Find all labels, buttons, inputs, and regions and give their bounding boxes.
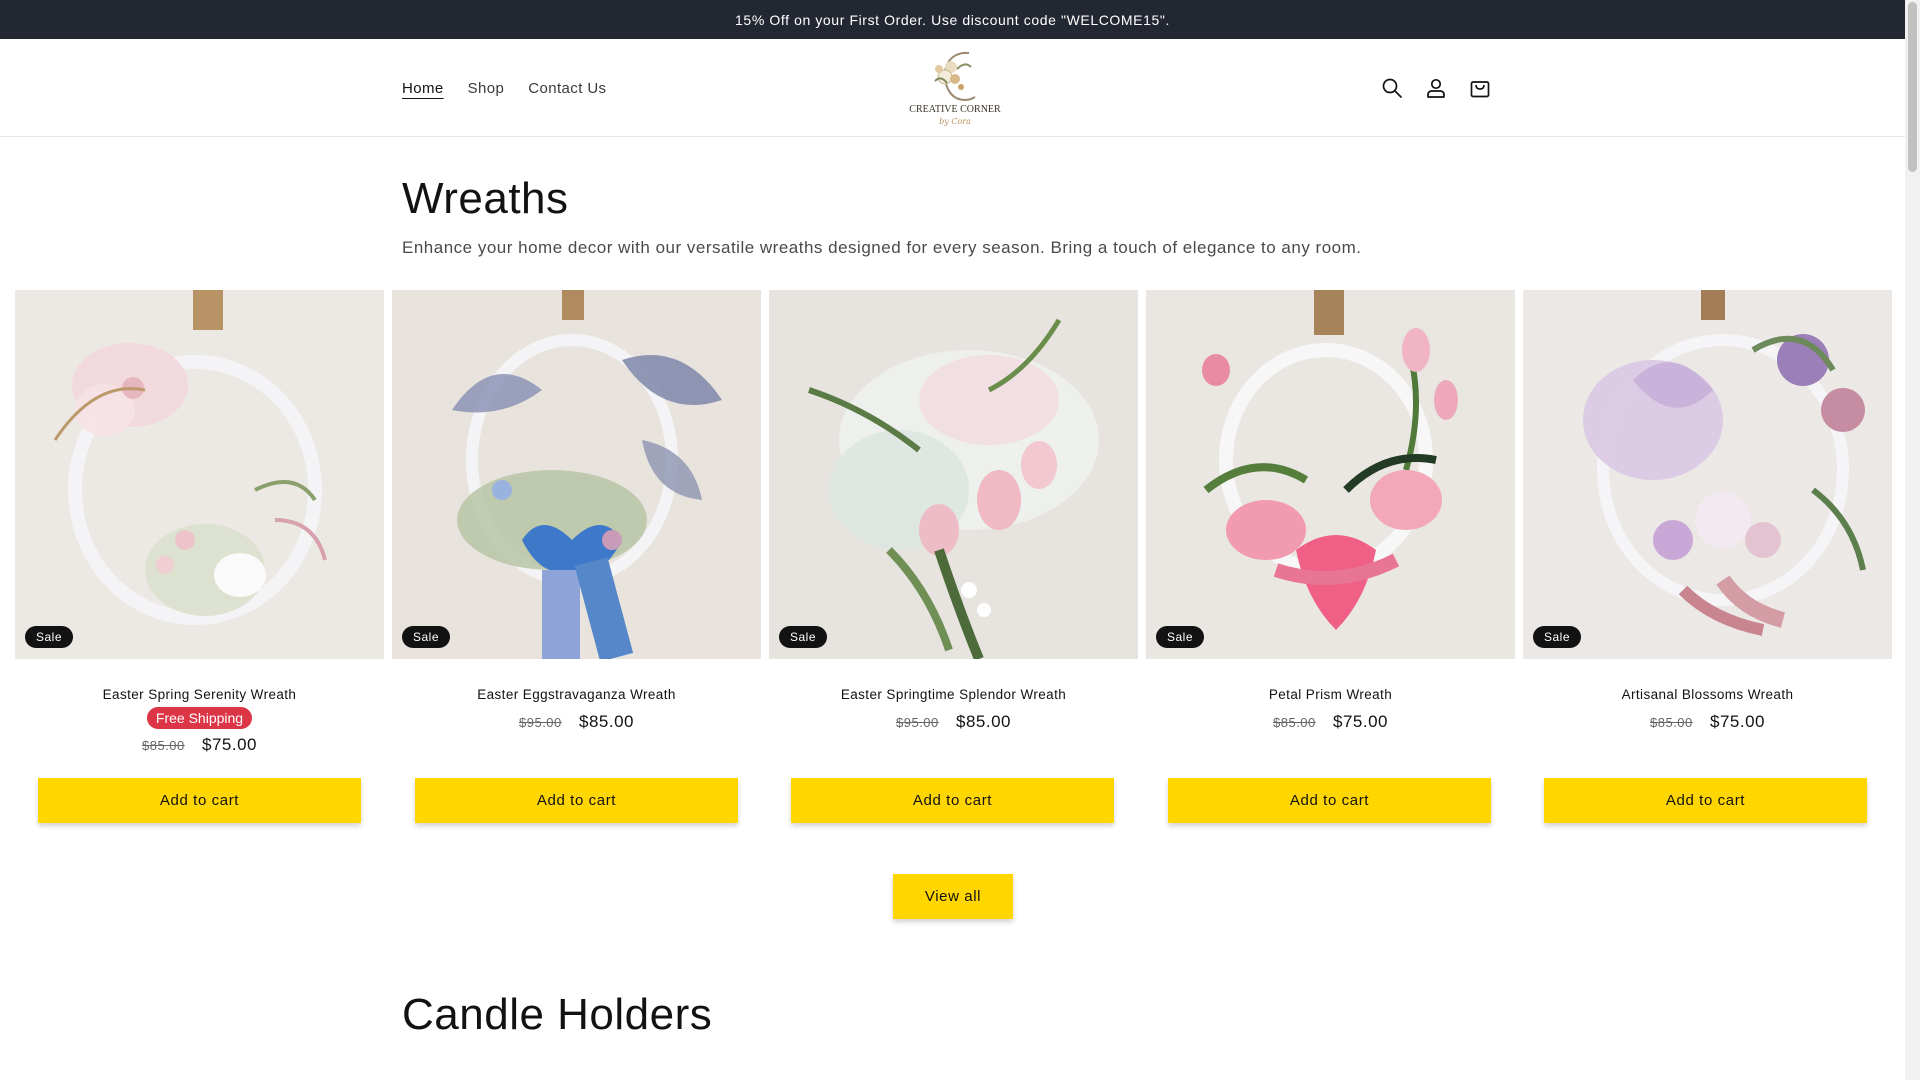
main-nav: Home Shop Contact Us <box>402 39 606 137</box>
product-card: Sale Easter Eggstravaganza Wreath $95.00… <box>392 290 761 755</box>
sale-badge: Sale <box>402 626 451 648</box>
store-logo[interactable]: CREATIVE CORNER by Cora <box>905 47 1005 131</box>
nav-home[interactable]: Home <box>402 80 444 97</box>
wreaths-description: Enhance your home decor with our versati… <box>402 238 1362 257</box>
product-price: $95.00 $85.00 <box>392 712 761 732</box>
product-card: Sale Easter Springtime Splendor Wreath $… <box>769 290 1138 755</box>
sale-badge: Sale <box>25 626 74 648</box>
product-title[interactable]: Easter Springtime Splendor Wreath <box>769 687 1138 703</box>
product-price: $85.00 $75.00 <box>1146 712 1515 732</box>
announcement-bar: 15% Off on your First Order. Use discoun… <box>0 0 1905 39</box>
wreaths-title: Wreaths <box>402 174 569 223</box>
account-icon[interactable] <box>1424 76 1448 100</box>
product-price: $85.00 $75.00 <box>15 735 384 755</box>
scrollbar-thumb[interactable] <box>1908 2 1917 172</box>
wreaths-product-grid: Sale Easter Spring Serenity Wreath Free … <box>15 290 1892 755</box>
logo-floral-emblem <box>934 51 976 101</box>
regular-price: $95.00 <box>519 715 562 730</box>
view-all-button[interactable]: View all <box>893 874 1013 919</box>
regular-price: $85.00 <box>1273 715 1316 730</box>
product-title[interactable]: Artisanal Blossoms Wreath <box>1523 687 1892 703</box>
search-icon[interactable] <box>1380 76 1404 100</box>
sale-badge: Sale <box>779 626 828 648</box>
cart-icon[interactable] <box>1468 76 1492 100</box>
announcement-text: 15% Off on your First Order. Use discoun… <box>735 11 1170 28</box>
sale-price: $75.00 <box>202 735 257 754</box>
page-scrollbar[interactable] <box>1905 0 1920 1080</box>
logo-script-text: by Cora <box>939 117 971 126</box>
product-image[interactable]: Sale <box>1146 290 1515 659</box>
product-image[interactable]: Sale <box>15 290 384 659</box>
product-price: $95.00 $85.00 <box>769 712 1138 732</box>
product-card: Sale Petal Prism Wreath $85.00 $75.00 <box>1146 290 1515 755</box>
regular-price: $85.00 <box>142 738 185 753</box>
product-price: $85.00 $75.00 <box>1523 712 1892 732</box>
site-header: Home Shop Contact Us CREATIVE CORNER by … <box>0 39 1905 137</box>
product-title[interactable]: Easter Spring Serenity Wreath <box>15 687 384 703</box>
add-to-cart-button[interactable]: Add to cart <box>415 778 738 823</box>
product-card: Sale Easter Spring Serenity Wreath Free … <box>15 290 384 755</box>
sale-badge: Sale <box>1533 626 1582 648</box>
logo-text: CREATIVE CORNER <box>909 104 1001 115</box>
sale-price: $85.00 <box>579 712 634 731</box>
product-image[interactable]: Sale <box>392 290 761 659</box>
product-image[interactable]: Sale <box>1523 290 1892 659</box>
sale-badge: Sale <box>1156 626 1205 648</box>
sale-price: $85.00 <box>956 712 1011 731</box>
sale-price: $75.00 <box>1333 712 1388 731</box>
regular-price: $95.00 <box>896 715 939 730</box>
add-to-cart-button[interactable]: Add to cart <box>1168 778 1491 823</box>
sale-price: $75.00 <box>1710 712 1765 731</box>
add-to-cart-button[interactable]: Add to cart <box>791 778 1114 823</box>
regular-price: $85.00 <box>1650 715 1693 730</box>
product-title[interactable]: Petal Prism Wreath <box>1146 687 1515 703</box>
product-title[interactable]: Easter Eggstravaganza Wreath <box>392 687 761 703</box>
header-icons <box>1380 39 1492 137</box>
nav-shop[interactable]: Shop <box>468 80 505 97</box>
product-image[interactable]: Sale <box>769 290 1138 659</box>
free-shipping-badge: Free Shipping <box>146 707 253 729</box>
add-to-cart-button[interactable]: Add to cart <box>1544 778 1867 823</box>
product-card: Sale Artisanal Blossoms Wreath $85.00 $7… <box>1523 290 1892 755</box>
candle-holders-title: Candle Holders <box>402 990 713 1039</box>
nav-contact-us[interactable]: Contact Us <box>528 80 606 97</box>
add-to-cart-button[interactable]: Add to cart <box>38 778 361 823</box>
